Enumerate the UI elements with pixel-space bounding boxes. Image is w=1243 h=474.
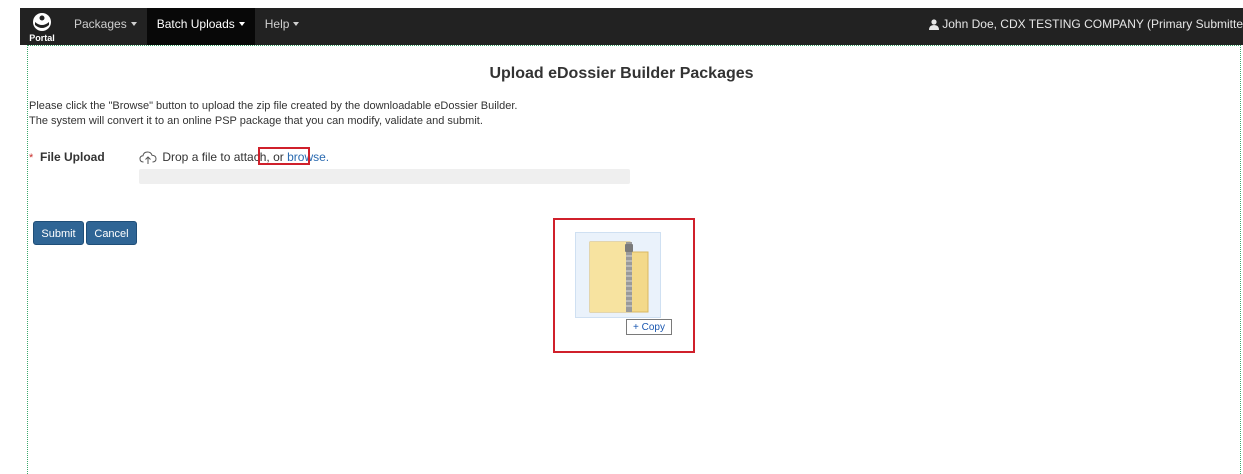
nav-help[interactable]: Help xyxy=(255,8,310,45)
required-marker: * xyxy=(29,152,34,164)
drop-text: Drop a file to attach, xyxy=(162,150,270,164)
portal-logo-icon xyxy=(33,13,51,31)
zip-folder-icon xyxy=(589,241,649,313)
caret-down-icon xyxy=(293,22,300,26)
instruction-line-1: Please click the "Browse" button to uplo… xyxy=(29,100,518,112)
page-title: Upload eDossier Builder Packages xyxy=(489,65,754,82)
nav-batch-uploads-label: Batch Uploads xyxy=(156,17,235,31)
main-nav: Packages Batch Uploads Help xyxy=(64,8,309,45)
instruction-line-2: The system will convert it to an online … xyxy=(29,115,483,127)
submit-button[interactable]: Submit xyxy=(33,221,84,245)
nav-help-label: Help xyxy=(264,17,290,31)
dragged-zip-file[interactable] xyxy=(575,232,661,318)
nav-packages-label: Packages xyxy=(74,17,127,31)
instructions: Please click the "Browse" button to uplo… xyxy=(29,99,517,129)
logo-text: Portal xyxy=(29,33,55,43)
caret-down-icon xyxy=(130,22,137,26)
portal-logo[interactable]: Portal xyxy=(20,8,64,45)
nav-batch-uploads[interactable]: Batch Uploads xyxy=(146,8,255,45)
copy-drop-tooltip: + Copy xyxy=(626,319,672,335)
nav-packages[interactable]: Packages xyxy=(64,8,147,45)
caret-down-icon xyxy=(238,22,245,26)
user-menu[interactable]: John Doe, CDX TESTING COMPANY (Primary S… xyxy=(929,8,1243,45)
cloud-upload-icon xyxy=(139,151,157,164)
file-upload-label: File Upload xyxy=(40,150,105,164)
top-navbar: Portal Packages Batch Uploads Help John … xyxy=(20,8,1243,45)
cancel-button[interactable]: Cancel xyxy=(86,221,137,245)
copy-plus-icon: + xyxy=(633,322,639,333)
user-name: John Doe, CDX TESTING COMPANY (Primary S… xyxy=(942,17,1243,31)
browse-highlight-box xyxy=(258,147,310,165)
upload-progress-track xyxy=(139,169,630,184)
user-icon xyxy=(929,19,940,30)
copy-label: Copy xyxy=(641,322,665,333)
